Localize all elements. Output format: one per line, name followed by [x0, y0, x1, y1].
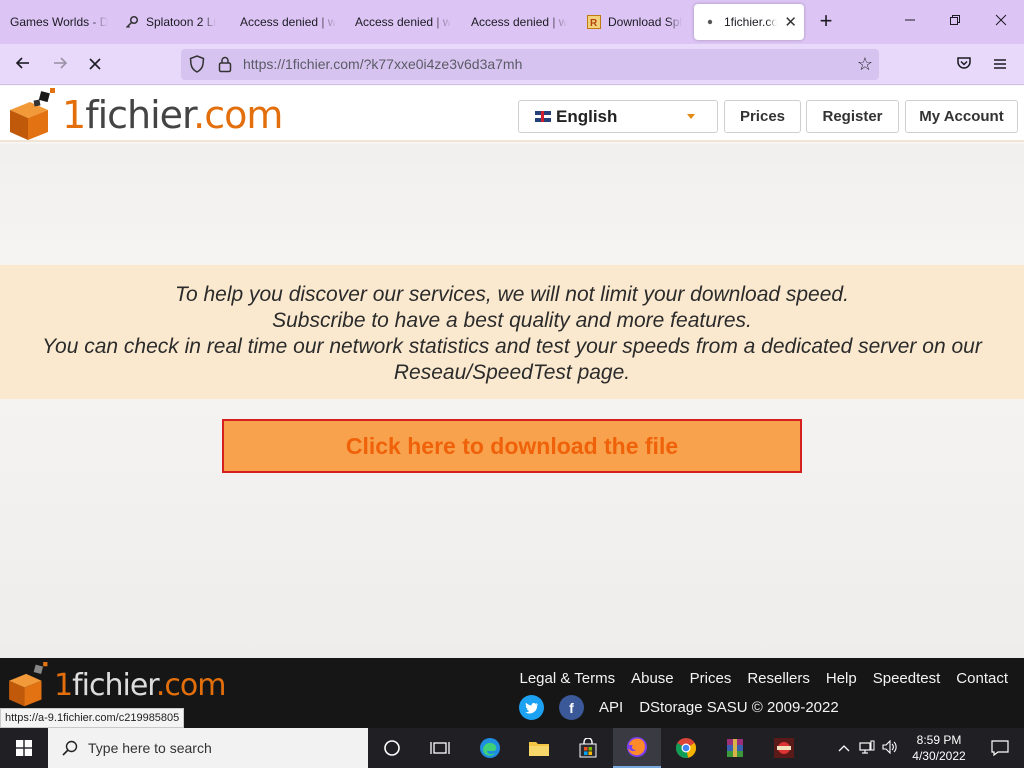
stop-loading-icon[interactable]: [82, 52, 108, 78]
download-file-button[interactable]: Click here to download the file: [222, 419, 802, 473]
tab-label: Download Spl: [608, 15, 682, 29]
footer-link-contact[interactable]: Contact: [956, 670, 1008, 687]
search-icon: [62, 740, 78, 756]
shield-icon[interactable]: [189, 55, 207, 73]
tab-label: Access denied | w: [471, 15, 567, 29]
tab-download[interactable]: R Download Spl: [586, 4, 682, 40]
firefox-icon[interactable]: [613, 728, 661, 768]
close-window-icon[interactable]: [989, 10, 1013, 34]
logo-wordmark: 1fichier.com: [62, 93, 283, 137]
footer-link-api[interactable]: API: [599, 699, 623, 716]
register-button[interactable]: Register: [806, 100, 899, 133]
minimize-icon[interactable]: [898, 10, 922, 34]
tab-access-denied-1[interactable]: Access denied | w: [240, 4, 336, 40]
tab-access-denied-3[interactable]: Access denied | w: [471, 4, 567, 40]
store-icon[interactable]: [564, 728, 612, 768]
back-arrow-icon[interactable]: [10, 52, 36, 78]
language-label: English: [556, 106, 618, 126]
tab-label: Splatoon 2 Li: [146, 15, 217, 29]
footer-copyright: DStorage SASU © 2009-2022: [639, 699, 839, 716]
lock-icon[interactable]: [217, 55, 235, 73]
promo-line: To help you discover our services, we wi…: [175, 283, 849, 306]
url-text[interactable]: https://1fichier.com/?k77xxe0i4ze3v6d3a7…: [243, 56, 522, 72]
clock-time: 8:59 PM: [916, 733, 962, 747]
taskbar-clock[interactable]: 8:59 PM 4/30/2022: [906, 732, 972, 764]
footer-link-legal[interactable]: Legal & Terms: [520, 670, 616, 687]
search-placeholder: Type here to search: [88, 740, 212, 756]
menu-hamburger-icon[interactable]: [987, 52, 1013, 78]
game-app-icon[interactable]: [760, 728, 808, 768]
new-tab-button[interactable]: +: [814, 10, 838, 34]
footer-links: Legal & Terms Abuse Prices Resellers Hel…: [520, 670, 1024, 687]
taskbar-search[interactable]: Type here to search: [48, 728, 368, 768]
edge-icon[interactable]: [466, 728, 514, 768]
cube-logo-icon: [9, 662, 48, 707]
tab-label: 1fichier.cor: [724, 15, 778, 29]
site-header: 1fichier.com English Prices Register My …: [0, 86, 1024, 142]
clock-date: 4/30/2022: [912, 749, 966, 763]
tab-1fichier[interactable]: 1fichier.cor ✕: [694, 4, 804, 40]
key-icon: [124, 14, 140, 30]
network-icon[interactable]: [859, 740, 875, 757]
browser-nav-bar: https://1fichier.com/?k77xxe0i4ze3v6d3a7…: [0, 44, 1024, 85]
tab-games-worlds[interactable]: Games Worlds - D: [10, 4, 110, 40]
loading-dot-icon: [702, 14, 718, 30]
cortana-icon[interactable]: [368, 728, 416, 768]
footer-link-speedtest[interactable]: Speedtest: [873, 670, 941, 687]
my-account-button[interactable]: My Account: [905, 100, 1018, 133]
forward-arrow-icon[interactable]: [47, 52, 73, 78]
volume-icon[interactable]: [882, 739, 898, 757]
tab-label: Access denied | w: [355, 15, 451, 29]
banner-area: [0, 144, 1024, 265]
browser-tab-bar: Games Worlds - D Splatoon 2 Li Access de…: [0, 0, 1024, 44]
task-view-icon[interactable]: [416, 728, 464, 768]
chevron-up-icon[interactable]: [838, 741, 850, 755]
site-logo[interactable]: 1fichier.com: [4, 88, 283, 142]
cube-logo-icon: [10, 88, 55, 140]
prices-button[interactable]: Prices: [724, 100, 801, 133]
tab-label: Access denied | w: [240, 15, 336, 29]
footer-link-help[interactable]: Help: [826, 670, 857, 687]
tab-splatoon[interactable]: Splatoon 2 Li: [124, 4, 222, 40]
notification-icon[interactable]: [976, 728, 1024, 768]
facebook-icon[interactable]: f: [559, 695, 584, 720]
link-status-tooltip: https://a-9.1fichier.com/c219985805: [0, 708, 185, 728]
chevron-down-icon: [687, 114, 695, 119]
windows-start-icon[interactable]: [0, 728, 48, 768]
footer-link-resellers[interactable]: Resellers: [747, 670, 810, 687]
language-select[interactable]: English: [518, 100, 718, 133]
restore-icon[interactable]: [943, 10, 967, 34]
logo-wordmark: 1fichier.com: [54, 667, 226, 703]
promo-message: To help you discover our services, we wi…: [0, 265, 1024, 399]
promo-line: Subscribe to have a best quality and mor…: [272, 309, 752, 332]
promo-line: You can check in real time our network s…: [42, 335, 982, 358]
system-tray: [838, 728, 898, 768]
footer-row-social: f API DStorage SASU © 2009-2022: [519, 695, 839, 720]
speedtest-link[interactable]: Reseau/SpeedTest page.: [0, 360, 1024, 386]
tab-access-denied-2[interactable]: Access denied | w: [355, 4, 451, 40]
footer-link-abuse[interactable]: Abuse: [631, 670, 674, 687]
close-tab-icon[interactable]: ✕: [783, 13, 798, 31]
twitter-icon[interactable]: [519, 695, 544, 720]
chrome-icon[interactable]: [662, 728, 710, 768]
footer-link-prices[interactable]: Prices: [690, 670, 732, 687]
file-explorer-icon[interactable]: [515, 728, 563, 768]
svg-text:R: R: [590, 18, 598, 29]
pocket-icon[interactable]: [951, 52, 977, 78]
bookmark-star-icon[interactable]: ☆: [857, 54, 873, 75]
uk-flag-icon: [535, 111, 551, 122]
windows-taskbar: Type here to search 8:59 PM 4/30/2022: [0, 728, 1024, 768]
address-bar[interactable]: https://1fichier.com/?k77xxe0i4ze3v6d3a7…: [181, 49, 879, 80]
footer-logo[interactable]: 1fichier.com: [4, 662, 226, 708]
winrar-icon[interactable]: [711, 728, 759, 768]
r-site-icon: R: [586, 14, 602, 30]
tab-label: Games Worlds - D: [10, 15, 109, 29]
